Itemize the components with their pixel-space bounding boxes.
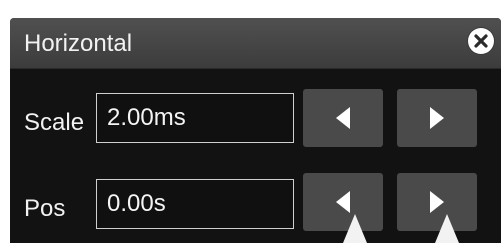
triangle-left-icon: [336, 107, 350, 129]
close-icon: [474, 34, 488, 48]
scale-increase-button[interactable]: [397, 89, 477, 147]
scale-value: 2.00ms: [107, 104, 186, 131]
close-button[interactable]: [468, 28, 494, 54]
position-value: 0.00s: [107, 190, 166, 217]
pointer-arrow-icon: [435, 214, 459, 243]
position-label: Pos: [24, 195, 66, 222]
screen: Horizontal Scale 2.00ms Pos 0.00s: [0, 0, 501, 243]
scale-decrease-button[interactable]: [303, 89, 383, 147]
pointer-arrow-icon: [343, 214, 367, 243]
position-input[interactable]: 0.00s: [96, 179, 294, 229]
horizontal-dialog: Horizontal Scale 2.00ms Pos 0.00s: [10, 18, 501, 243]
scale-input[interactable]: 2.00ms: [96, 93, 294, 143]
scale-label: Scale: [24, 109, 85, 136]
dialog-titlebar: Horizontal: [10, 18, 501, 69]
dialog-title: Horizontal: [24, 30, 133, 57]
triangle-right-icon: [430, 107, 444, 129]
